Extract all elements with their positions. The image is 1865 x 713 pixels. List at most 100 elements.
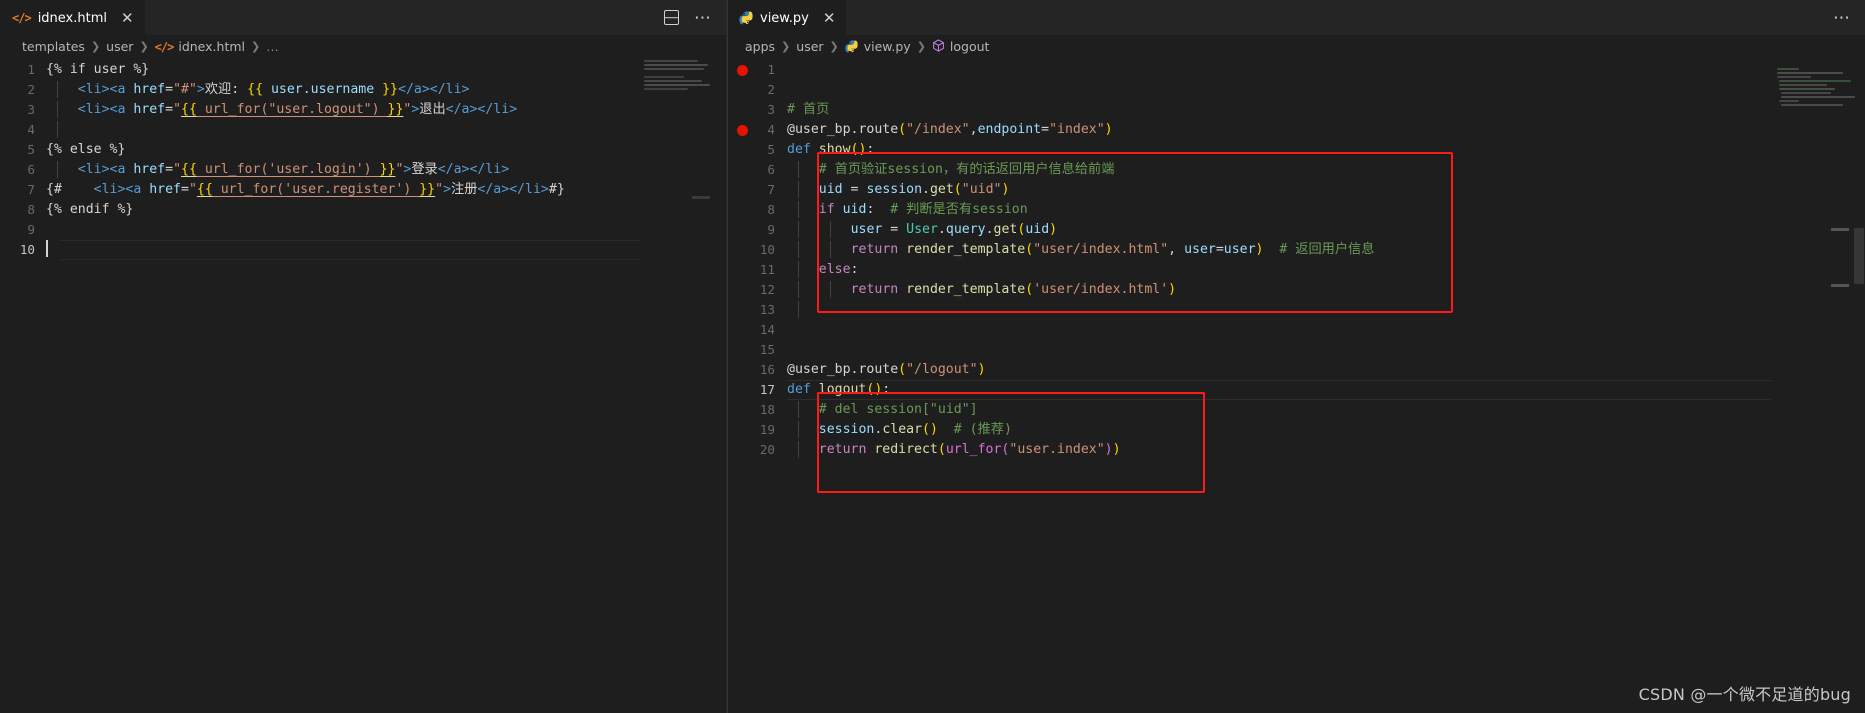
tabbar-right: view.py ✕ ⋯ [727, 0, 1865, 35]
line-content: <li><a href="#">欢迎: {{ user.username }}<… [46, 80, 470, 100]
line-number: 5 [767, 142, 775, 157]
line-number: 11 [759, 262, 775, 277]
breadcrumb-item-file[interactable]: view.py [864, 39, 911, 54]
close-icon[interactable]: ✕ [823, 10, 836, 26]
scrollbar-left[interactable] [712, 58, 726, 713]
line-content: {% endif %} [46, 202, 134, 217]
line-number: 14 [759, 322, 775, 337]
line-content: else: [787, 260, 859, 280]
code-line-active: 10 [0, 240, 726, 260]
line-content: if uid: # 判断是否有session [787, 200, 1028, 220]
line-number: 16 [759, 362, 775, 377]
code-line: 4 [0, 120, 726, 140]
code-editor-left[interactable]: 1 {% if user %} 2 <li><a href="#">欢迎: {{… [0, 58, 726, 713]
code-line: 9 [0, 220, 726, 240]
code-line: 6 # 首页验证session，有的话返回用户信息给前端 [727, 160, 1865, 180]
line-content: uid = session.get("uid") [787, 180, 1010, 200]
breadcrumb-item-ellipsis[interactable]: … [266, 39, 279, 54]
html-tag-icon: </> [12, 11, 32, 25]
line-content [46, 120, 78, 140]
code-line: 2 <li><a href="#">欢迎: {{ user.username }… [0, 80, 726, 100]
line-number: 2 [27, 82, 35, 97]
line-content: def logout(): [787, 382, 891, 397]
chevron-right-icon: ❯ [139, 40, 149, 53]
code-line: 10 return render_template("user/index.ht… [727, 240, 1865, 260]
scroll-marker [1831, 284, 1849, 287]
breakpoint-icon[interactable] [737, 65, 748, 76]
line-number: 3 [767, 102, 775, 117]
line-number: 20 [759, 442, 775, 457]
line-number: 6 [767, 162, 775, 177]
code-line: 12 return render_template('user/index.ht… [727, 280, 1865, 300]
line-content: return redirect(url_for("user.index")) [787, 440, 1121, 460]
code-line: 6 <li><a href="{{ url_for('user.login') … [0, 160, 726, 180]
tabbar-actions-left: ⋯ [650, 0, 726, 35]
close-icon[interactable]: ✕ [121, 10, 134, 26]
minimap-right[interactable] [1771, 60, 1855, 713]
line-number: 9 [767, 222, 775, 237]
scrollbar-right[interactable] [1851, 58, 1865, 713]
line-content: def show(): [787, 142, 875, 157]
breadcrumb-item-file[interactable]: idnex.html [178, 39, 245, 54]
breadcrumb-item-apps[interactable]: apps [745, 39, 775, 54]
breadcrumb-item-user[interactable]: user [796, 39, 823, 54]
tab-label: view.py [760, 10, 809, 26]
line-number: 12 [759, 282, 775, 297]
line-content: {% else %} [46, 142, 126, 157]
code-line: 16 @user_bp.route("/logout") [727, 360, 1865, 380]
code-line: 4 @user_bp.route("/index",endpoint="inde… [727, 120, 1865, 140]
code-line: 13 [727, 300, 1865, 320]
line-content: @user_bp.route("/index",endpoint="index"… [787, 122, 1113, 137]
line-number: 6 [27, 162, 35, 177]
line-number: 8 [27, 202, 35, 217]
minimap-left[interactable] [640, 60, 712, 713]
split-editor-icon[interactable] [664, 10, 679, 25]
code-line: 7 {# <li><a href="{{ url_for('user.regis… [0, 180, 726, 200]
tab-label: idnex.html [37, 10, 107, 26]
more-actions-icon[interactable]: ⋯ [1833, 9, 1851, 26]
breadcrumb-item-templates[interactable]: templates [22, 39, 85, 54]
line-number: 3 [27, 102, 35, 117]
code-line: 20 return redirect(url_for("user.index")… [727, 440, 1865, 460]
code-line: 19 session.clear() # (推荐) [727, 420, 1865, 440]
scroll-marker [692, 196, 710, 199]
line-content: {% if user %} [46, 62, 150, 77]
code-line: 18 # del session["uid"] [727, 400, 1865, 420]
breadcrumb-left: templates ❯ user ❯ </> idnex.html ❯ … [0, 35, 726, 58]
line-number: 9 [27, 222, 35, 237]
code-line: 15 [727, 340, 1865, 360]
line-number: 2 [767, 82, 775, 97]
chevron-right-icon: ❯ [829, 40, 839, 53]
breadcrumb-item-symbol[interactable]: logout [950, 39, 990, 54]
pane-divider[interactable] [727, 0, 728, 713]
line-number: 10 [759, 242, 775, 257]
line-content: <li><a href="{{ url_for("user.logout") }… [46, 100, 517, 120]
tab-idnex-html[interactable]: </> idnex.html ✕ [0, 0, 145, 35]
code-line: 11 else: [727, 260, 1865, 280]
more-actions-icon[interactable]: ⋯ [694, 9, 712, 26]
breakpoint-icon[interactable] [737, 125, 748, 136]
breadcrumb-item-user[interactable]: user [106, 39, 133, 54]
code-line: 9 user = User.query.get(uid) [727, 220, 1865, 240]
tab-view-py[interactable]: view.py ✕ [727, 0, 847, 35]
line-content: # del session["uid"] [787, 400, 978, 420]
tabbar-left: </> idnex.html ✕ ⋯ [0, 0, 726, 35]
line-number: 18 [759, 402, 775, 417]
code-line: 2 [727, 80, 1865, 100]
symbol-cube-icon [932, 39, 945, 54]
tabbar-empty-space [144, 0, 650, 35]
python-icon [739, 11, 753, 25]
code-line: 7 uid = session.get("uid") [727, 180, 1865, 200]
code-editor-right[interactable]: 1 2 3 # 首页 4 @user_bp.route("/index",end… [727, 58, 1865, 713]
line-number: 19 [759, 422, 775, 437]
code-line: 8 if uid: # 判断是否有session [727, 200, 1865, 220]
line-number: 7 [27, 182, 35, 197]
line-number: 1 [27, 62, 35, 77]
line-number: 4 [767, 122, 775, 137]
line-content: return render_template("user/index.html"… [787, 240, 1375, 260]
code-line: 1 {% if user %} [0, 60, 726, 80]
vscode-window: </> idnex.html ✕ ⋯ templates ❯ user ❯ </… [0, 0, 1865, 713]
code-line: 8 {% endif %} [0, 200, 726, 220]
breadcrumb-right: apps ❯ user ❯ view.py ❯ logout [727, 35, 1865, 58]
line-number: 5 [27, 142, 35, 157]
